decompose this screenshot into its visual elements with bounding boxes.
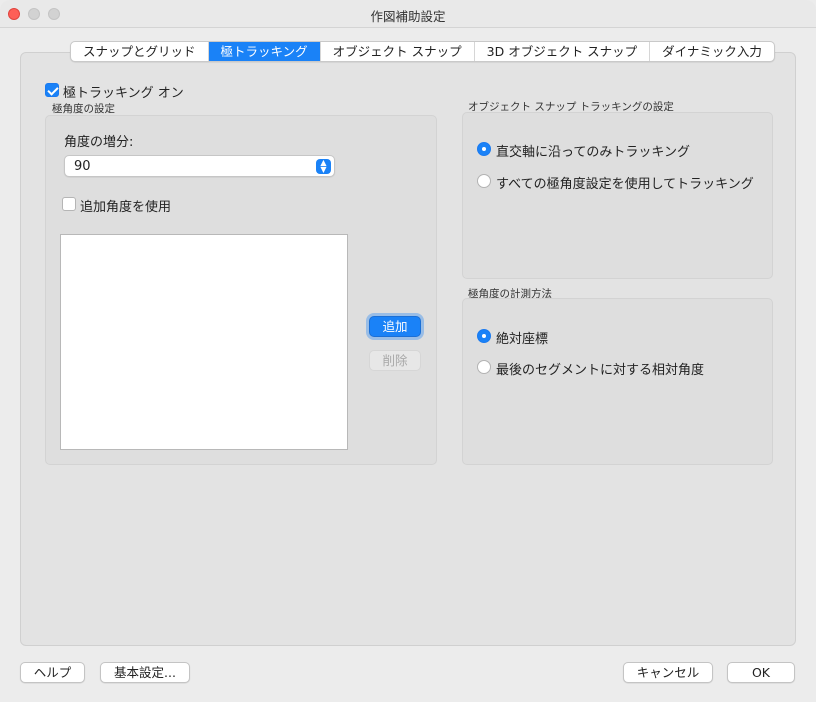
tab-bar: スナップとグリッド 極トラッキング オブジェクト スナップ 3D オブジェクト … (70, 41, 775, 62)
additional-angles-label: 追加角度を使用 (80, 200, 172, 215)
increment-angle-label: 角度の増分: (64, 135, 134, 150)
orthogonal-only-label: 直交軸に沿ってのみトラッキング (496, 145, 690, 160)
tab-snap-and-grid[interactable]: スナップとグリッド (71, 42, 209, 61)
absolute-label: 絶対座標 (496, 332, 549, 347)
tab-polar-tracking[interactable]: 極トラッキング (208, 42, 321, 61)
tab-object-snap[interactable]: オブジェクト スナップ (321, 42, 475, 61)
polar-measurement-group (462, 298, 773, 465)
all-polar-angles-label: すべての極角度設定を使用してトラッキング (496, 177, 754, 192)
polar-tracking-label: 極トラッキング オン (63, 86, 184, 101)
delete-angle-button[interactable]: 削除 (369, 350, 421, 371)
additional-angles-checkbox[interactable] (62, 197, 76, 211)
help-button[interactable]: ヘルプ (20, 662, 85, 683)
chevron-up-down-icon: ▲ ▼ (316, 159, 331, 174)
cancel-button[interactable]: キャンセル (623, 662, 713, 683)
dialog-window: 作図補助設定 スナップとグリッド 極トラッキング オブジェクト スナップ 3D … (0, 0, 816, 702)
window-title: 作図補助設定 (370, 9, 446, 24)
add-angle-button[interactable]: 追加 (369, 316, 421, 337)
polar-angle-settings-title: 極角度の設定 (52, 103, 115, 115)
absolute-radio[interactable] (477, 329, 491, 343)
options-button[interactable]: 基本設定... (100, 662, 190, 683)
increment-angle-select[interactable]: 90 ▲ ▼ (64, 155, 335, 177)
ok-button[interactable]: OK (727, 662, 795, 683)
orthogonal-only-radio[interactable] (477, 142, 491, 156)
polar-tracking-checkbox[interactable] (45, 83, 59, 97)
relative-to-last-segment-radio[interactable] (477, 360, 491, 374)
tab-3d-object-snap[interactable]: 3D オブジェクト スナップ (475, 42, 651, 61)
osnap-tracking-settings-group (462, 112, 773, 279)
all-polar-angles-radio[interactable] (477, 174, 491, 188)
title-bar: 作図補助設定 (0, 0, 816, 28)
relative-to-last-segment-label: 最後のセグメントに対する相対角度 (496, 363, 705, 378)
additional-angles-list[interactable] (60, 234, 348, 450)
tab-dynamic-input[interactable]: ダイナミック入力 (650, 42, 774, 61)
increment-angle-value: 90 (74, 159, 91, 174)
